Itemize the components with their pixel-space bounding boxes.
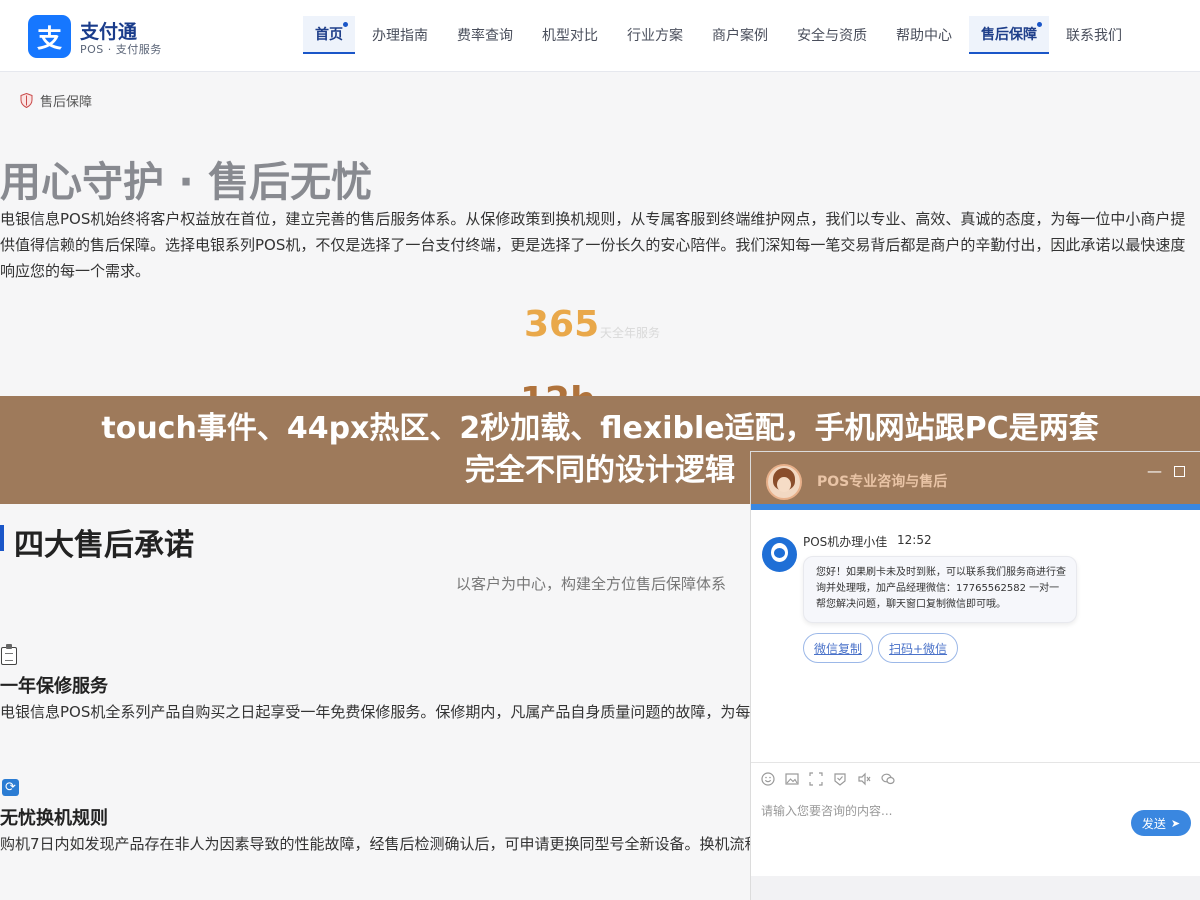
send-button[interactable]: 发送 ➤	[1131, 810, 1191, 836]
agent-name: POS机办理小佳	[803, 535, 888, 549]
hero-title: 用心守护 · 售后无忧	[0, 158, 373, 206]
scan-wechat-button[interactable]: 扫码+微信	[878, 633, 959, 663]
chat-toolbar	[751, 762, 1200, 794]
nav-label: 帮助中心	[896, 28, 952, 44]
chat-widget: POS专业咨询与售后 — POS机办理小佳 12:52 您好！如果刷卡未及时到账…	[750, 451, 1200, 900]
image-icon[interactable]	[785, 772, 799, 786]
voice-icon[interactable]	[857, 772, 871, 786]
maximize-icon[interactable]	[1174, 466, 1185, 477]
nav-label: 机型对比	[542, 28, 598, 44]
item-title-exchange: 无忧换机规则	[0, 808, 108, 829]
nav-label: 安全与资质	[797, 28, 867, 44]
chat-accent-strip	[751, 504, 1200, 510]
section-subtitle: 以客户为中心，构建全方位售后保障体系	[456, 575, 727, 593]
item-text-warranty: 电银信息POS机全系列产品自购买之日起享受一年免费保修服务。保修期内，凡属产品自…	[0, 703, 750, 721]
nav-item-security[interactable]: 安全与资质	[785, 16, 879, 54]
breadcrumb-current[interactable]: 售后保障	[40, 91, 92, 110]
banner-line-1: touch事件、44px热区、2秒加载、flexible适配，手机网站跟PC是两…	[101, 411, 1099, 446]
screenshot-icon[interactable]	[809, 771, 823, 786]
main-nav: 首页 办理指南 费率查询 机型对比 行业方案 商户案例 安全与资质 帮助中心 售…	[303, 16, 1139, 54]
active-dot	[1037, 22, 1042, 27]
logo-icon[interactable]: 支	[28, 15, 71, 58]
message-bubble: 您好！如果刷卡未及时到账，可以联系我们服务商进行查询并处理哦，加产品经理微信：1…	[803, 556, 1077, 623]
chat-message-input[interactable]: 请输入您要咨询的内容...	[761, 802, 892, 819]
rate-icon[interactable]	[833, 772, 847, 786]
refresh-icon: ⟳	[2, 779, 19, 796]
nav-item-rates[interactable]: 费率查询	[445, 16, 525, 54]
nav-item-compare[interactable]: 机型对比	[530, 16, 610, 54]
nav-item-cases[interactable]: 商户案例	[700, 16, 780, 54]
breadcrumb: 售后保障	[20, 91, 92, 110]
agent-avatar-icon	[766, 464, 802, 500]
chat-title: POS专业咨询与售后	[817, 474, 948, 490]
nav-label: 商户案例	[712, 28, 768, 44]
site-header: 支 支付通 POS · 支付服务 首页 办理指南 费率查询 机型对比 行业方案 …	[0, 0, 1200, 72]
agent-icon	[762, 537, 797, 572]
send-label: 发送	[1141, 816, 1166, 831]
item-title-warranty: 一年保修服务	[0, 676, 108, 697]
nav-item-home[interactable]: 首页	[303, 16, 355, 54]
banner-line-2: 完全不同的设计逻辑	[465, 453, 735, 488]
message-time: 12:52	[897, 533, 932, 547]
nav-item-guide[interactable]: 办理指南	[360, 16, 440, 54]
minimize-icon[interactable]: —	[1147, 462, 1162, 480]
logo-subtitle: POS · 支付服务	[80, 43, 162, 56]
nav-item-contact[interactable]: 联系我们	[1054, 16, 1134, 54]
section-accent-bar	[0, 525, 4, 551]
send-arrow-icon: ➤	[1170, 816, 1181, 830]
emoji-icon[interactable]	[761, 771, 775, 786]
section-title: 四大售后承诺	[14, 528, 194, 563]
nav-item-solutions[interactable]: 行业方案	[615, 16, 695, 54]
nav-label: 首页	[315, 27, 343, 43]
hero-description: 电银信息POS机始终将客户权益放在首位，建立完善的售后服务体系。从保修政策到换机…	[0, 210, 1186, 280]
wechat-icon[interactable]	[881, 772, 895, 786]
nav-label: 售后保障	[981, 27, 1037, 43]
copy-wechat-button[interactable]: 微信复制	[803, 633, 874, 663]
chat-footer	[751, 876, 1200, 900]
shield-icon	[20, 93, 33, 108]
logo-name[interactable]: 支付通	[80, 17, 137, 44]
nav-label: 办理指南	[372, 28, 428, 44]
active-dot	[343, 22, 348, 27]
clipboard-icon	[1, 644, 17, 665]
nav-label: 行业方案	[627, 28, 683, 44]
nav-label: 联系我们	[1066, 28, 1122, 44]
stat-days-value: 365	[524, 304, 600, 345]
nav-item-after-sales[interactable]: 售后保障	[969, 16, 1049, 54]
item-text-exchange: 购机7日内如发现产品存在非人为因素导致的性能故障，经售后检测确认后，可申请更换同…	[0, 835, 750, 853]
nav-label: 费率查询	[457, 28, 513, 44]
chat-header[interactable]: POS专业咨询与售后 —	[751, 452, 1200, 504]
stat-days-label: 天全年服务	[600, 326, 661, 340]
nav-item-help[interactable]: 帮助中心	[884, 16, 964, 54]
